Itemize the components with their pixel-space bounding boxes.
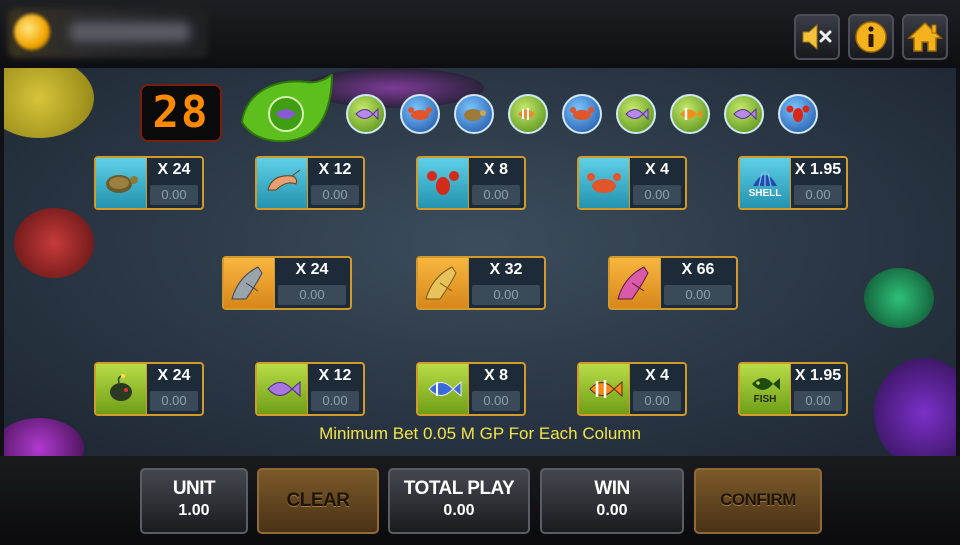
latest-result-leaf bbox=[240, 74, 334, 143]
bet-lobster[interactable]: X 8 0.00 bbox=[416, 156, 526, 210]
bet-amount: 0.00 bbox=[311, 185, 359, 205]
speaker-mute-icon bbox=[802, 23, 832, 51]
bet-gold-shark[interactable]: X 32 0.00 bbox=[416, 256, 546, 310]
bet-multiplier: X 24 bbox=[157, 161, 191, 178]
bet-multiplier: X 32 bbox=[489, 261, 523, 278]
win-label: WIN bbox=[594, 478, 630, 499]
bet-clownfish[interactable]: X 4 0.00 bbox=[577, 362, 687, 416]
bet-amount: 0.00 bbox=[150, 391, 198, 411]
bet-multiplier: X 8 bbox=[483, 161, 508, 178]
bet-anglerfish[interactable]: X 24 0.00 bbox=[94, 362, 204, 416]
brand-coin-icon bbox=[14, 14, 50, 50]
bet-amount: 0.00 bbox=[311, 391, 359, 411]
minimum-bet-note: Minimum Bet 0.05 M GP For Each Column bbox=[319, 424, 641, 443]
bet-multiplier: X 4 bbox=[644, 161, 669, 178]
clear-label: CLEAR bbox=[286, 490, 350, 511]
history-purple-fish-icon bbox=[724, 94, 764, 134]
turtle-icon bbox=[106, 175, 138, 193]
bet-amount: 0.00 bbox=[794, 391, 842, 411]
clownfish-icon bbox=[589, 380, 623, 398]
bet-amount: 0.00 bbox=[664, 285, 732, 305]
mute-button[interactable] bbox=[794, 14, 840, 60]
pink-shark-icon bbox=[617, 266, 649, 300]
total-play-value: 0.00 bbox=[443, 502, 475, 519]
home-icon bbox=[907, 21, 943, 52]
bet-fish[interactable]: FISH X 1.95 0.00 bbox=[738, 362, 848, 416]
bottom-bar: UNIT 1.00 CLEAR TOTAL PLAY 0.00 WIN 0.00… bbox=[0, 456, 960, 545]
history-crab-icon bbox=[562, 94, 602, 134]
bet-multiplier: X 66 bbox=[681, 261, 715, 278]
confirm-label: CONFIRM bbox=[720, 490, 796, 509]
coral-decoration bbox=[864, 268, 934, 328]
bet-amount: 0.00 bbox=[150, 185, 198, 205]
bet-multiplier: X 8 bbox=[483, 367, 508, 384]
bet-crab[interactable]: X 4 0.00 bbox=[577, 156, 687, 210]
lobster-icon bbox=[427, 171, 459, 195]
gold-shark-icon bbox=[425, 266, 457, 300]
blue-fish-icon bbox=[428, 380, 462, 398]
unit-selector[interactable]: UNIT 1.00 bbox=[140, 468, 248, 534]
history-lionfish-icon bbox=[508, 94, 548, 134]
bet-amount: 0.00 bbox=[794, 185, 842, 205]
bet-purple-fish[interactable]: X 12 0.00 bbox=[255, 362, 365, 416]
top-bar bbox=[0, 0, 960, 68]
history-lobster-icon bbox=[778, 94, 818, 134]
confirm-button[interactable]: CONFIRM bbox=[694, 468, 822, 534]
fish-icon bbox=[752, 377, 780, 390]
bet-amount: 0.00 bbox=[278, 285, 346, 305]
bet-multiplier: X 24 bbox=[157, 367, 191, 384]
brand-name bbox=[70, 22, 190, 42]
fish-icon-label: FISH bbox=[753, 393, 777, 405]
shell-icon bbox=[753, 170, 777, 186]
total-play-label: TOTAL PLAY bbox=[403, 478, 515, 499]
countdown-timer: 28 bbox=[140, 84, 222, 142]
history-purple-fish-icon bbox=[616, 94, 656, 134]
unit-value: 1.00 bbox=[178, 502, 210, 519]
bet-multiplier: X 1.95 bbox=[794, 367, 842, 384]
bet-multiplier: X 4 bbox=[644, 367, 669, 384]
bet-amount: 0.00 bbox=[472, 391, 520, 411]
home-button[interactable] bbox=[902, 14, 948, 60]
info-icon bbox=[855, 21, 887, 53]
bet-shrimp[interactable]: X 12 0.00 bbox=[255, 156, 365, 210]
bet-amount: 0.00 bbox=[633, 391, 681, 411]
bet-grey-shark[interactable]: X 24 0.00 bbox=[222, 256, 352, 310]
info-button[interactable] bbox=[848, 14, 894, 60]
bet-multiplier: X 24 bbox=[295, 261, 329, 278]
bet-multiplier: X 1.95 bbox=[794, 161, 842, 178]
bet-multiplier: X 12 bbox=[318, 367, 352, 384]
history-purple-fish-icon bbox=[346, 94, 386, 134]
coral-decoration bbox=[4, 68, 94, 138]
bet-amount: 0.00 bbox=[472, 285, 540, 305]
shrimp-icon bbox=[267, 169, 301, 191]
history-turtle-icon bbox=[454, 94, 494, 134]
bet-multiplier: X 12 bbox=[318, 161, 352, 178]
history-crab-icon bbox=[400, 94, 440, 134]
bet-amount: 0.00 bbox=[472, 185, 520, 205]
bet-blue-fish[interactable]: X 8 0.00 bbox=[416, 362, 526, 416]
clear-button[interactable]: CLEAR bbox=[257, 468, 379, 534]
coral-decoration bbox=[14, 208, 94, 278]
shell-icon-label: SHELL bbox=[748, 187, 782, 199]
unit-label: UNIT bbox=[172, 478, 216, 499]
bet-shell[interactable]: SHELL X 1.95 0.00 bbox=[738, 156, 848, 210]
win-value: 0.00 bbox=[596, 502, 628, 519]
crab-icon bbox=[587, 173, 621, 193]
bet-amount: 0.00 bbox=[633, 185, 681, 205]
win-display: WIN 0.00 bbox=[540, 468, 684, 534]
total-play-display: TOTAL PLAY 0.00 bbox=[388, 468, 530, 534]
bet-turtle[interactable]: X 24 0.00 bbox=[94, 156, 204, 210]
betting-table: 28 X 24 0.00 X 12 0.00 X 8 0.00 X 4 0.00… bbox=[4, 68, 956, 456]
purple-fish-icon bbox=[267, 380, 301, 398]
history-clownfish-icon bbox=[670, 94, 710, 134]
anglerfish-icon bbox=[110, 374, 132, 401]
bet-pink-shark[interactable]: X 66 0.00 bbox=[608, 256, 738, 310]
grey-shark-icon bbox=[231, 266, 263, 300]
